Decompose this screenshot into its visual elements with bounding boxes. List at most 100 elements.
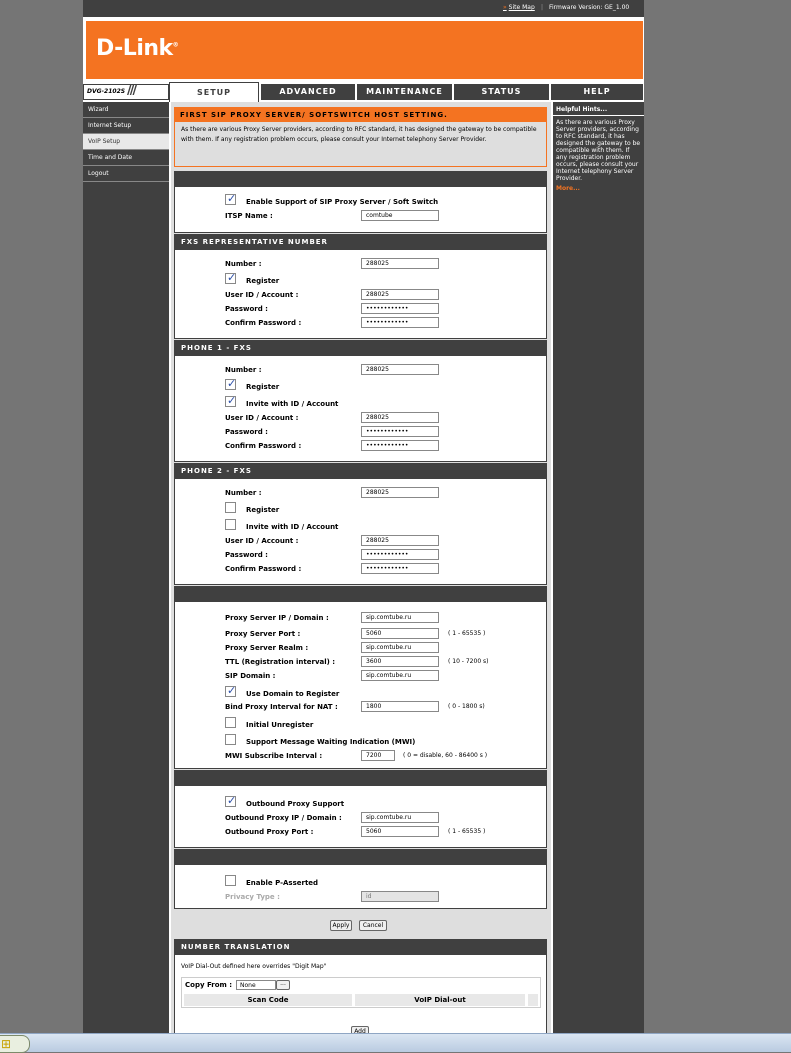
more-link[interactable]: More... (553, 185, 644, 192)
proxy-port-input[interactable]: 5060 (361, 628, 439, 639)
phone2-title: PHONE 2 - FXS (175, 464, 546, 479)
fxs-number-input[interactable]: 288025 (361, 258, 439, 269)
phone2-confirm-input[interactable]: •••••••••••• (361, 563, 439, 574)
p-asserted-section: Enable P-Asserted Privacy Type : id (174, 849, 547, 909)
phone1-register-label: Register (246, 383, 280, 391)
enable-sip-checkbox[interactable] (225, 192, 236, 205)
outbound-support-checkbox[interactable] (225, 794, 236, 807)
fxs-confirm-input[interactable]: •••••••••••• (361, 317, 439, 328)
outbound-ip-input[interactable]: sip.comtube.ru (361, 812, 439, 823)
itsp-name-label: ITSP Name : (225, 212, 273, 220)
windows-icon: ⊞ (1, 1037, 12, 1051)
phone1-confirm-input[interactable]: •••••••••••• (361, 440, 439, 451)
phone1-title: PHONE 1 - FXS (175, 341, 546, 356)
hints-text: As there are various Proxy Server provid… (556, 119, 641, 182)
tab-setup[interactable]: SETUP (169, 82, 259, 102)
outbound-port-input[interactable]: 5060 (361, 826, 439, 837)
privacy-type-label: Privacy Type : (225, 893, 280, 901)
sip-domain-input[interactable]: sip.comtube.ru (361, 670, 439, 681)
helpful-hints-panel: Helpful Hints... As there are various Pr… (553, 102, 644, 1051)
proxy-port-label: Proxy Server Port : (225, 630, 301, 638)
p-asserted-checkbox[interactable] (225, 875, 236, 886)
tab-maintenance[interactable]: MAINTENANCE (357, 84, 452, 100)
site-map-link[interactable]: Site Map (503, 4, 535, 11)
sidebar-item-wizard[interactable]: Wizard (83, 102, 169, 118)
mwi-label: Support Message Waiting Indication (MWI) (246, 738, 416, 746)
mwi-interval-hint: ( 0 = disable, 60 - 86400 s ) (403, 752, 488, 759)
enable-sip-label: Enable Support of SIP Proxy Server / Sof… (246, 198, 439, 206)
col-scrollbar[interactable] (528, 994, 538, 1006)
mwi-interval-label: MWI Subscribe Interval : (225, 752, 323, 760)
privacy-type-input[interactable]: id (361, 891, 439, 902)
tab-help[interactable]: HELP (551, 84, 643, 100)
sidebar-item-time-and-date[interactable]: Time and Date (83, 150, 169, 166)
phone1-password-input[interactable]: •••••••••••• (361, 426, 439, 437)
intro-text: As there are various Proxy Server provid… (181, 126, 537, 143)
fxs-userid-label: User ID / Account : (225, 291, 299, 299)
proxy-section: Proxy Server IP / Domain : sip.comtube.r… (174, 586, 547, 769)
ttl-hint: ( 10 - 7200 s) (448, 658, 489, 665)
fxs-register-label: Register (246, 277, 280, 285)
initial-unregister-label: Initial Unregister (246, 721, 314, 729)
sidebar-item-voip-setup[interactable]: VoIP Setup (83, 134, 169, 150)
mwi-interval-input[interactable]: 7200 (361, 750, 395, 761)
proxy-ip-label: Proxy Server IP / Domain : (225, 614, 329, 622)
ttl-label: TTL (Registration interval) : (225, 658, 336, 666)
phone1-userid-input[interactable]: 288025 (361, 412, 439, 423)
phone2-invite-checkbox[interactable] (225, 519, 236, 530)
col-scan-code: Scan Code (184, 994, 352, 1006)
tab-status[interactable]: STATUS (454, 84, 549, 100)
use-domain-label: Use Domain to Register (246, 690, 340, 698)
ttl-input[interactable]: 3600 (361, 656, 439, 667)
use-domain-checkbox[interactable] (225, 684, 236, 697)
copy-from-select[interactable]: None (236, 980, 276, 990)
bind-interval-label: Bind Proxy Interval for NAT : (225, 703, 338, 711)
phone2-userid-label: User ID / Account : (225, 537, 299, 545)
initial-unregister-checkbox[interactable] (225, 717, 236, 728)
bind-interval-input[interactable]: 1800 (361, 701, 439, 712)
phone1-number-label: Number : (225, 366, 262, 374)
itsp-name-input[interactable]: comtube (361, 210, 439, 221)
phone2-invite-label: Invite with ID / Account (246, 523, 339, 531)
outbound-support-label: Outbound Proxy Support (246, 800, 345, 808)
phone1-number-input[interactable]: 288025 (361, 364, 439, 375)
fxs-password-label: Password : (225, 305, 268, 313)
tab-advanced[interactable]: ADVANCED (261, 84, 355, 100)
slashes-decoration: /// (127, 83, 137, 98)
phone1-register-checkbox[interactable] (225, 377, 236, 390)
section-header (175, 587, 546, 602)
phone1-invite-checkbox[interactable] (225, 394, 236, 407)
sip-enable-section: Enable Support of SIP Proxy Server / Sof… (174, 171, 547, 233)
hints-title: Helpful Hints... (553, 102, 644, 116)
outbound-section: Outbound Proxy Support Outbound Proxy IP… (174, 770, 547, 848)
fxs-section: FXS REPRESENTATIVE NUMBER Number : 28802… (174, 234, 547, 339)
translation-table: Copy From : None ... Scan Code VoIP Dial… (181, 977, 541, 1008)
fxs-password-input[interactable]: •••••••••••• (361, 303, 439, 314)
cancel-button[interactable]: Cancel (359, 920, 387, 931)
phone2-number-input[interactable]: 288025 (361, 487, 439, 498)
phone2-password-input[interactable]: •••••••••••• (361, 549, 439, 560)
sidebar: Wizard Internet Setup VoIP Setup Time an… (83, 102, 169, 1051)
page-frame: Site Map | Firmware Version: GE_1.00 D-L… (83, 0, 644, 1051)
phone2-userid-input[interactable]: 288025 (361, 535, 439, 546)
phone1-section: PHONE 1 - FXS Number : 288025 Register I… (174, 340, 547, 462)
fxs-register-checkbox[interactable] (225, 271, 236, 284)
copy-from-dropdown-button[interactable]: ... (276, 980, 290, 990)
sidebar-item-logout[interactable]: Logout (83, 166, 169, 182)
outbound-ip-label: Outbound Proxy IP / Domain : (225, 814, 342, 822)
apply-button[interactable]: Apply (330, 920, 352, 931)
fxs-userid-input[interactable]: 288025 (361, 289, 439, 300)
fxs-number-label: Number : (225, 260, 262, 268)
sip-domain-label: SIP Domain : (225, 672, 276, 680)
mwi-checkbox[interactable] (225, 734, 236, 745)
p-asserted-label: Enable P-Asserted (246, 879, 319, 887)
main-content: FIRST SIP PROXY SERVER/ SOFTSWITCH HOST … (171, 102, 551, 1051)
col-voip-dialout: VoIP Dial-out (355, 994, 525, 1006)
copy-from-label: Copy From : (185, 981, 233, 989)
phone2-register-checkbox[interactable] (225, 502, 236, 513)
proxy-realm-input[interactable]: sip.comtube.ru (361, 642, 439, 653)
start-button[interactable]: ⊞ (0, 1035, 30, 1053)
proxy-ip-input[interactable]: sip.comtube.ru (361, 612, 439, 623)
phone1-confirm-label: Confirm Password : (225, 442, 302, 450)
sidebar-item-internet-setup[interactable]: Internet Setup (83, 118, 169, 134)
